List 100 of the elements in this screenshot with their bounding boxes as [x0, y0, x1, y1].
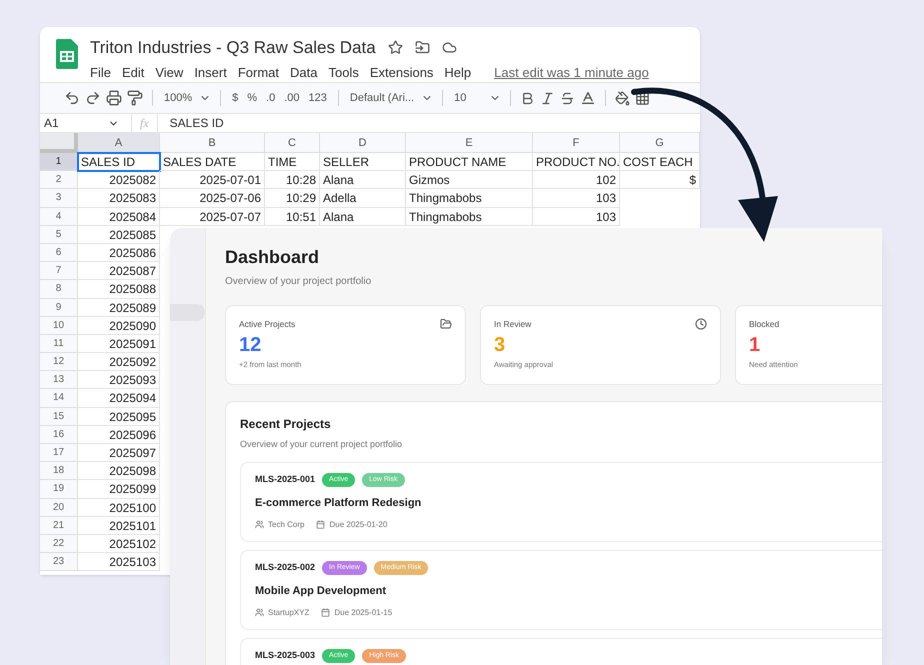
row-header[interactable]: 2: [40, 171, 78, 190]
row-header[interactable]: 21: [40, 516, 78, 535]
table-cell: 2025103: [78, 553, 160, 572]
page-title: Dashboard: [225, 246, 320, 269]
row-header[interactable]: 16: [40, 426, 78, 444]
table-cell: 2025084: [78, 208, 160, 226]
table-cell: 2025101: [78, 516, 160, 535]
row-header[interactable]: 7: [40, 262, 78, 280]
menu-item[interactable]: Format: [238, 62, 279, 82]
section-title: Recent Projects: [240, 416, 332, 433]
number-format-button[interactable]: 123: [306, 90, 329, 106]
row-header[interactable]: 14: [40, 389, 78, 408]
paint-format-icon[interactable]: [127, 90, 143, 106]
row-header[interactable]: 15: [40, 408, 78, 426]
project-name: Mobile App Development: [255, 584, 387, 599]
table-cell: 10:29: [265, 189, 320, 208]
menu-item[interactable]: Insert: [194, 62, 227, 82]
table-cell: 2025095: [78, 408, 160, 426]
menu-item[interactable]: Data: [290, 62, 318, 82]
table-cell: 103: [533, 208, 620, 226]
row-header[interactable]: 6: [40, 244, 78, 262]
row-header[interactable]: 13: [40, 371, 78, 390]
font-select[interactable]: Default (Ari...: [348, 90, 416, 106]
table-cell: TIME: [265, 153, 320, 172]
table-cell: 2025092: [78, 353, 160, 372]
stat-value: 1: [749, 334, 762, 355]
currency-button[interactable]: $: [230, 90, 240, 106]
column-header[interactable]: F: [533, 133, 620, 153]
table-cell: 2025086: [78, 244, 160, 262]
table-cell: 2025100: [78, 498, 160, 517]
column-header[interactable]: A: [78, 133, 160, 153]
menu-item[interactable]: Extensions: [370, 62, 434, 82]
percent-button[interactable]: %: [245, 90, 260, 106]
last-edit-link[interactable]: Last edit was 1 minute ago: [494, 62, 649, 82]
star-icon[interactable]: [388, 40, 403, 56]
section-subtitle: Overview of your current project portfolio: [240, 438, 404, 451]
row-header[interactable]: 4: [40, 208, 78, 226]
row-header[interactable]: 10: [40, 316, 78, 335]
table-cell: 2025087: [78, 262, 160, 280]
name-box[interactable]: A1: [40, 114, 108, 132]
table-cell: 2025098: [78, 462, 160, 480]
table-cell: $: [620, 171, 700, 190]
table-cell: 2025096: [78, 426, 160, 444]
font-size-select[interactable]: 10: [452, 90, 468, 106]
stat-label: Blocked: [749, 318, 780, 331]
fill-color-icon[interactable]: [615, 90, 630, 106]
print-icon[interactable]: [106, 90, 122, 106]
row-header[interactable]: 17: [40, 444, 78, 462]
page-subtitle: Overview of your project portfolio: [225, 275, 372, 289]
move-folder-icon[interactable]: [414, 40, 430, 56]
row-header[interactable]: 8: [40, 280, 78, 298]
bold-icon[interactable]: [520, 90, 536, 106]
row-header[interactable]: 23: [40, 553, 78, 572]
row-header[interactable]: 5: [40, 226, 78, 244]
row-header[interactable]: 11: [40, 334, 78, 354]
menu-item[interactable]: File: [90, 62, 111, 82]
column-header[interactable]: E: [406, 133, 533, 153]
undo-icon[interactable]: [64, 90, 80, 106]
table-cell: Gizmos: [406, 171, 533, 190]
row-header[interactable]: 3: [40, 189, 78, 208]
decrease-decimal-button[interactable]: .0: [264, 90, 278, 106]
project-id: MLS-2025-002: [255, 561, 316, 574]
stat-value: 12: [239, 334, 262, 355]
table-cell: 2025-07-06: [160, 189, 265, 208]
column-header[interactable]: G: [620, 133, 700, 153]
document-title[interactable]: Triton Industries - Q3 Raw Sales Data: [90, 35, 376, 60]
row-header[interactable]: 1: [40, 153, 78, 172]
menu-item[interactable]: Tools: [328, 62, 359, 82]
project-id: MLS-2025-003: [255, 649, 316, 662]
table-cell: SALES DATE: [160, 153, 265, 172]
row-header[interactable]: 22: [40, 534, 78, 554]
redo-icon[interactable]: [85, 90, 101, 106]
formula-field[interactable]: SALES ID: [158, 114, 224, 132]
row-header[interactable]: 20: [40, 498, 78, 517]
zoom-select[interactable]: 100%: [162, 90, 194, 106]
menu-item[interactable]: Help: [444, 62, 472, 82]
project-name: E-commerce Platform Redesign: [255, 496, 422, 511]
row-header[interactable]: 12: [40, 353, 78, 372]
calendar-icon: [321, 608, 330, 617]
column-header[interactable]: B: [160, 133, 265, 153]
increase-decimal-button[interactable]: .00: [282, 90, 302, 106]
column-header[interactable]: C: [265, 133, 320, 153]
strikethrough-icon[interactable]: [560, 90, 576, 106]
spreadsheet-logo-icon[interactable]: [56, 39, 78, 69]
column-header[interactable]: D: [320, 133, 406, 153]
table-cell: 2025102: [78, 534, 160, 554]
table-cell: 2025083: [78, 189, 160, 208]
cloud-icon[interactable]: [442, 40, 457, 56]
clock-icon: [695, 318, 707, 330]
table-cell: Thingmabobs: [406, 208, 533, 226]
table-cell: Alana: [320, 171, 406, 190]
italic-icon[interactable]: [540, 90, 556, 106]
menu-item[interactable]: View: [155, 62, 184, 82]
table-cell: PRODUCT NO.: [533, 153, 620, 172]
row-header[interactable]: 18: [40, 462, 78, 480]
row-header[interactable]: 19: [40, 480, 78, 499]
table-cell: Adella: [320, 189, 406, 208]
text-color-icon[interactable]: [580, 90, 596, 106]
menu-item[interactable]: Edit: [122, 62, 144, 82]
row-header[interactable]: 9: [40, 298, 78, 317]
